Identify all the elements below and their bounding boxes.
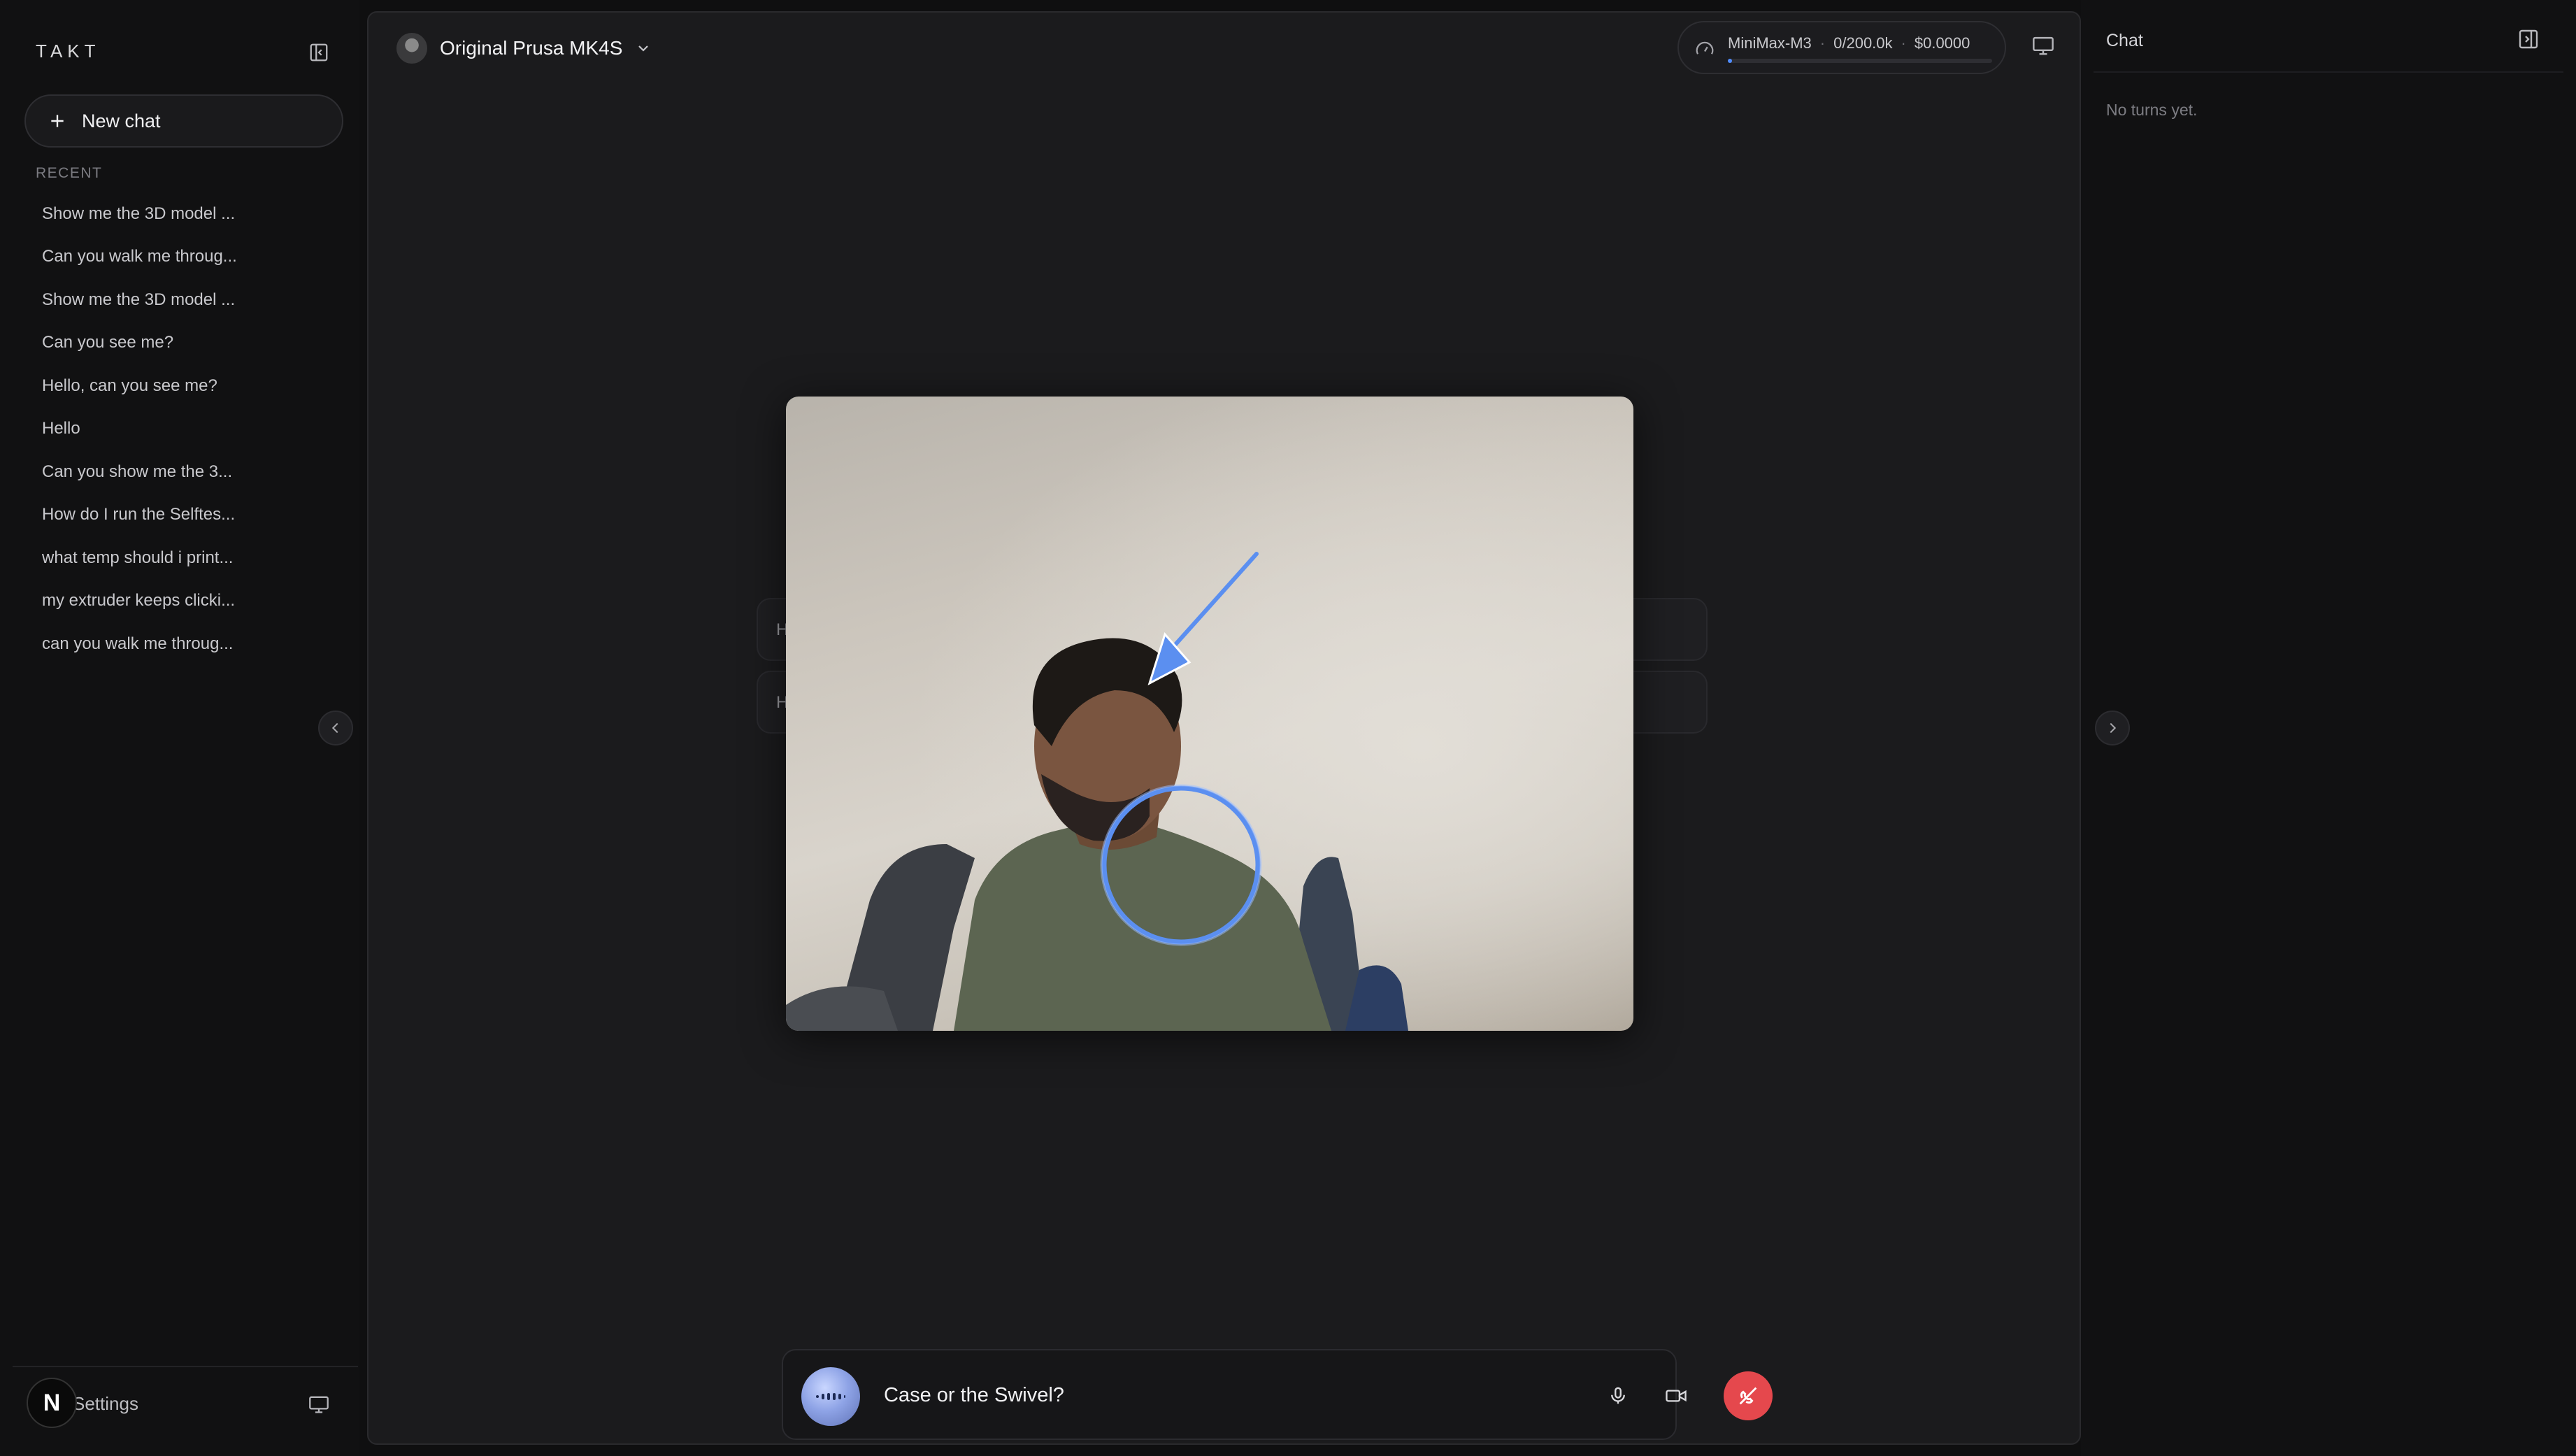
camera-feed <box>786 397 1633 1031</box>
chat-empty-state: No turns yet. <box>2106 101 2198 119</box>
toggle-chat-panel-button[interactable] <box>2517 28 2540 54</box>
token-count: 0/200.0k <box>1833 34 1893 52</box>
cost-value: $0.0000 <box>1914 34 1970 52</box>
video-camera-icon <box>1666 1390 1687 1402</box>
camera-toggle-button[interactable] <box>1660 1380 1692 1412</box>
recent-chat-item[interactable]: How do I run the Selftes... <box>25 494 333 537</box>
recent-chat-item[interactable]: Show me the 3D model ... <box>25 278 333 322</box>
recent-chat-item[interactable]: Show me the 3D model ... <box>25 192 333 236</box>
voice-activity-orb <box>801 1367 860 1426</box>
recent-chat-item[interactable]: Can you show me the 3... <box>25 450 333 494</box>
collapse-sidebar-button[interactable] <box>306 40 331 65</box>
sidebar-footer-divider <box>13 1366 358 1367</box>
chat-panel: Chat No turns yet. <box>2081 0 2576 1456</box>
app-root: TAKT New chat RECENT Show me the 3D mode… <box>0 0 2576 1456</box>
model-usage-pill[interactable]: MiniMax-M3 · 0/200.0k · $0.0000 <box>1677 21 2006 74</box>
recent-chat-item[interactable]: Hello <box>25 408 333 451</box>
model-name: MiniMax-M3 <box>1728 34 1812 52</box>
settings-link[interactable]: Settings <box>73 1393 138 1415</box>
recent-chat-list: Show me the 3D model ... Can you walk me… <box>25 192 333 666</box>
chevron-down-icon <box>638 45 649 52</box>
gauge-icon <box>1696 41 1714 55</box>
camera-scene <box>786 397 1633 1031</box>
usage-readout: MiniMax-M3 · 0/200.0k · $0.0000 <box>1728 34 1970 52</box>
usage-progress-fill <box>1728 59 1732 63</box>
device-thumbnail <box>396 33 427 64</box>
user-avatar[interactable]: N <box>27 1378 77 1428</box>
voice-call-bar: Case or the Swivel? <box>782 1349 1773 1440</box>
display-settings-button[interactable] <box>308 1394 330 1418</box>
main-panel: Original Prusa MK4S MiniMax-M3 · 0/200.0k ·… <box>367 11 2081 1445</box>
sidebar: TAKT New chat RECENT Show me the 3D mode… <box>0 0 359 1456</box>
hang-up-button[interactable] <box>1724 1371 1773 1420</box>
screen-share-button[interactable] <box>2031 35 2055 59</box>
recent-section-label: RECENT <box>36 165 103 181</box>
recent-chat-item[interactable]: Hello, can you see me? <box>25 364 333 408</box>
mic-button[interactable] <box>1602 1380 1634 1412</box>
monitor-icon <box>309 1396 329 1413</box>
chat-panel-title: Chat <box>2106 31 2143 50</box>
usage-progress-bar <box>1728 59 1992 63</box>
sidebar-toggle-button[interactable] <box>318 711 353 745</box>
recent-chat-item[interactable]: Can you see me? <box>25 322 333 365</box>
live-transcript: Case or the Swivel? <box>884 1384 1064 1406</box>
new-chat-label: New chat <box>82 110 161 131</box>
chevron-right-icon <box>2110 722 2117 734</box>
chat-panel-expand-button[interactable] <box>2095 711 2130 745</box>
recent-chat-item[interactable]: can you walk me throug... <box>25 622 333 666</box>
brand-logo-text: TAKT <box>36 41 101 62</box>
chat-panel-divider <box>2094 71 2563 73</box>
plus-icon <box>47 110 68 131</box>
microphone-icon <box>1611 1387 1625 1404</box>
waveform-icon <box>816 1393 845 1400</box>
monitor-icon <box>2033 36 2054 55</box>
chevron-left-icon <box>331 722 338 734</box>
recent-chat-item[interactable]: Can you walk me throug... <box>25 236 333 279</box>
phone-off-icon <box>1739 1387 1757 1405</box>
device-selector[interactable]: Original Prusa MK4S <box>396 30 652 66</box>
new-chat-button[interactable]: New chat <box>24 94 343 148</box>
recent-chat-item[interactable]: what temp should i print... <box>25 536 333 580</box>
device-name: Original Prusa MK4S <box>440 37 623 59</box>
recent-chat-item[interactable]: my extruder keeps clicki... <box>25 580 333 623</box>
panel-left-close-icon <box>310 43 328 62</box>
panel-right-icon <box>2519 29 2538 49</box>
